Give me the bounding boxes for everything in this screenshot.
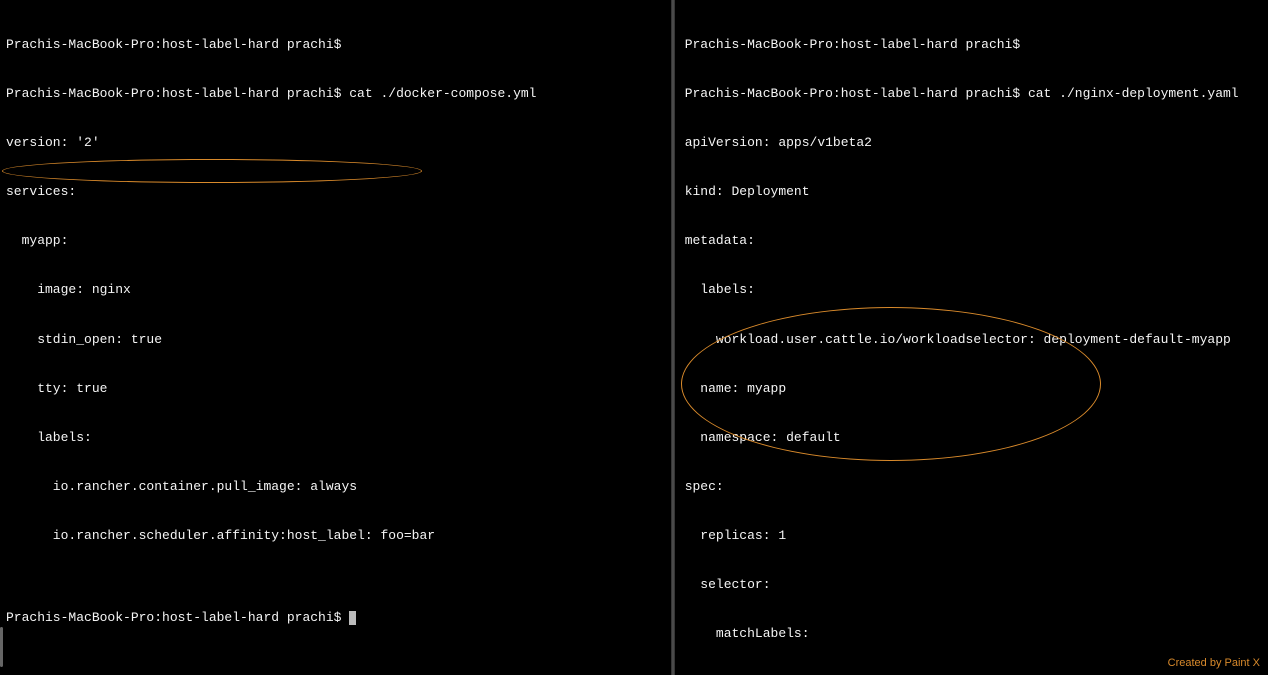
scroll-indicator xyxy=(0,627,3,667)
cursor-icon xyxy=(349,611,356,625)
terminal-line: io.rancher.scheduler.affinity:host_label… xyxy=(6,528,665,544)
terminal-line: Prachis-MacBook-Pro:host-label-hard prac… xyxy=(6,86,665,102)
terminal-line: kind: Deployment xyxy=(685,184,1262,200)
terminal-line: labels: xyxy=(685,282,1262,298)
terminal-line: namespace: default xyxy=(685,430,1262,446)
terminal-line: stdin_open: true xyxy=(6,332,665,348)
terminal-line: tty: true xyxy=(6,381,665,397)
terminal-line: Prachis-MacBook-Pro:host-label-hard prac… xyxy=(685,37,1262,53)
terminal-line: name: myapp xyxy=(685,381,1262,397)
terminal-line: Prachis-MacBook-Pro:host-label-hard prac… xyxy=(685,86,1262,102)
terminal-line: matchLabels: xyxy=(685,626,1262,642)
terminal-line: Prachis-MacBook-Pro:host-label-hard prac… xyxy=(6,37,665,53)
split-terminal: Prachis-MacBook-Pro:host-label-hard prac… xyxy=(0,0,1268,675)
watermark-text: Created by Paint X xyxy=(1168,657,1260,671)
terminal-pane-right[interactable]: Prachis-MacBook-Pro:host-label-hard prac… xyxy=(675,0,1268,675)
terminal-line: image: nginx xyxy=(6,282,665,298)
terminal-line: metadata: xyxy=(685,233,1262,249)
terminal-line: io.rancher.container.pull_image: always xyxy=(6,479,665,495)
terminal-line: replicas: 1 xyxy=(685,528,1262,544)
terminal-prompt-text: Prachis-MacBook-Pro:host-label-hard prac… xyxy=(6,610,349,625)
terminal-line: version: '2' xyxy=(6,135,665,151)
terminal-pane-left[interactable]: Prachis-MacBook-Pro:host-label-hard prac… xyxy=(0,0,671,675)
terminal-line: spec: xyxy=(685,479,1262,495)
terminal-prompt-line: Prachis-MacBook-Pro:host-label-hard prac… xyxy=(6,610,665,626)
terminal-line: apiVersion: apps/v1beta2 xyxy=(685,135,1262,151)
terminal-line: labels: xyxy=(6,430,665,446)
terminal-line: myapp: xyxy=(6,233,665,249)
terminal-line: services: xyxy=(6,184,665,200)
highlight-ellipse-left xyxy=(2,159,422,183)
terminal-line: selector: xyxy=(685,577,1262,593)
terminal-line: workload.user.cattle.io/workloadselector… xyxy=(685,332,1262,348)
